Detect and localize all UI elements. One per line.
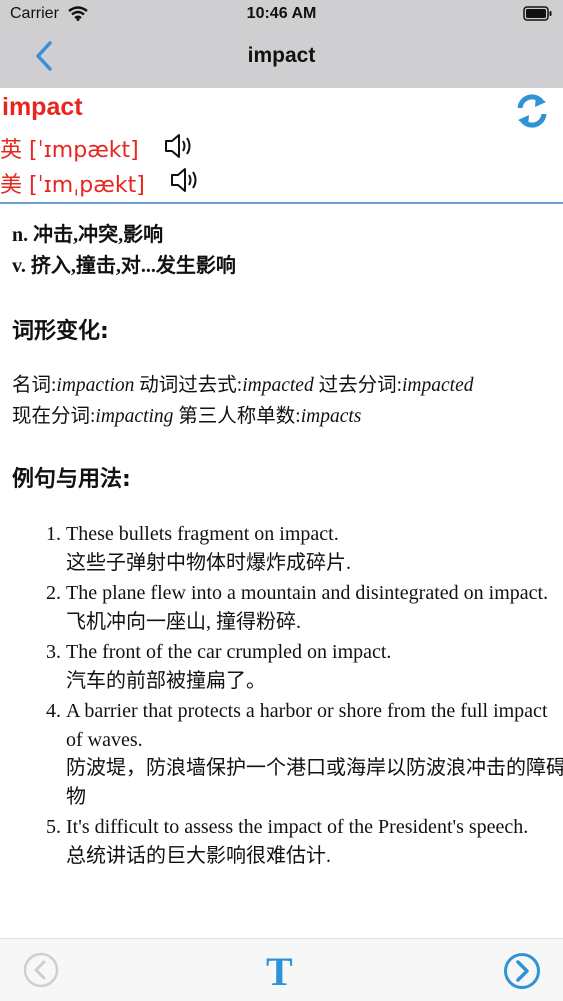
form-label: 第三人称单数: xyxy=(178,406,301,427)
example-item: The plane flew into a mountain and disin… xyxy=(66,579,563,636)
definition-text: 挤入,撞击,对...发生影响 xyxy=(30,255,236,277)
example-chinese: 防波堤，防浪墙保护一个港口或海岸以防波浪冲击的障碍物 xyxy=(66,757,563,808)
example-item: The front of the car crumpled on impact.… xyxy=(66,638,563,695)
definition-row: v. 挤入,撞击,对...发生影响 xyxy=(12,251,236,282)
us-pronunciation: 美 [ˈɪmˌpækt] xyxy=(0,173,145,198)
form-label: 现在分词: xyxy=(12,406,96,427)
word-forms: 名词:impaction 动词过去式:impacted 过去分词:impacte… xyxy=(12,370,557,432)
chevron-left-circle-icon xyxy=(23,952,59,988)
form-label: 过去分词: xyxy=(318,375,402,396)
status-bar: Carrier 10:46 AM xyxy=(0,0,563,30)
form-label: 名词: xyxy=(12,375,57,396)
example-list: These bullets fragment on impact. 这些子弹射中… xyxy=(30,520,563,872)
definition-row: n. 冲击,冲突,影响 xyxy=(12,220,236,251)
form-label: 动词过去式: xyxy=(139,375,243,396)
headword: impact xyxy=(2,93,83,121)
form-value: impaction xyxy=(56,375,135,396)
header-divider xyxy=(0,202,563,204)
page-title: impact xyxy=(247,44,316,67)
navigation-bar: Carrier 10:46 AM impact xyxy=(0,0,563,88)
example-item: These bullets fragment on impact. 这些子弹射中… xyxy=(66,520,563,577)
uk-pronunciation: 英 [ˈɪmpækt] xyxy=(0,138,139,163)
part-of-speech: v. xyxy=(12,255,26,277)
uk-speaker-button[interactable] xyxy=(163,131,195,166)
form-value: impacted xyxy=(242,375,314,396)
example-chinese: 飞机冲向一座山, 撞得粉碎. xyxy=(66,610,301,633)
battery-icon xyxy=(523,6,553,26)
example-english: It's difficult to assess the impact of t… xyxy=(66,816,529,838)
example-item: It's difficult to assess the impact of t… xyxy=(66,813,563,870)
example-chinese: 汽车的前部被撞扁了。 xyxy=(66,669,266,692)
form-value: impacts xyxy=(300,406,362,427)
forms-line: 现在分词:impacting 第三人称单数:impacts xyxy=(12,401,557,432)
text-size-button[interactable]: T xyxy=(266,948,293,995)
speaker-icon xyxy=(165,134,191,158)
example-english: These bullets fragment on impact. xyxy=(66,523,339,545)
example-chinese: 总统讲话的巨大影响很难估计. xyxy=(66,844,331,867)
examples-heading: 例句与用法: xyxy=(12,467,131,492)
example-english: The front of the car crumpled on impact. xyxy=(66,641,392,663)
definition-text: 冲击,冲突,影响 xyxy=(33,224,164,246)
forms-heading: 词形变化: xyxy=(12,319,109,344)
chevron-right-circle-icon xyxy=(504,953,540,989)
example-english: A barrier that protects a harbor or shor… xyxy=(66,700,548,751)
refresh-icon xyxy=(517,94,547,128)
speaker-icon xyxy=(171,168,197,192)
form-value: impacted xyxy=(402,375,474,396)
bottom-toolbar: T xyxy=(0,938,563,1001)
forms-line: 名词:impaction 动词过去式:impacted 过去分词:impacte… xyxy=(12,370,557,401)
form-value: impacting xyxy=(95,406,174,427)
us-speaker-button[interactable] xyxy=(169,165,201,200)
clock: 10:46 AM xyxy=(246,5,317,22)
part-of-speech: n. xyxy=(12,224,29,246)
next-button[interactable] xyxy=(503,952,541,995)
previous-button[interactable] xyxy=(23,952,59,993)
definitions: n. 冲击,冲突,影响 v. 挤入,撞击,对...发生影响 xyxy=(12,220,236,282)
refresh-button[interactable] xyxy=(514,92,550,135)
example-item: A barrier that protects a harbor or shor… xyxy=(66,697,563,811)
example-chinese: 这些子弹射中物体时爆炸成碎片. xyxy=(66,551,351,574)
example-english: The plane flew into a mountain and disin… xyxy=(66,582,549,604)
